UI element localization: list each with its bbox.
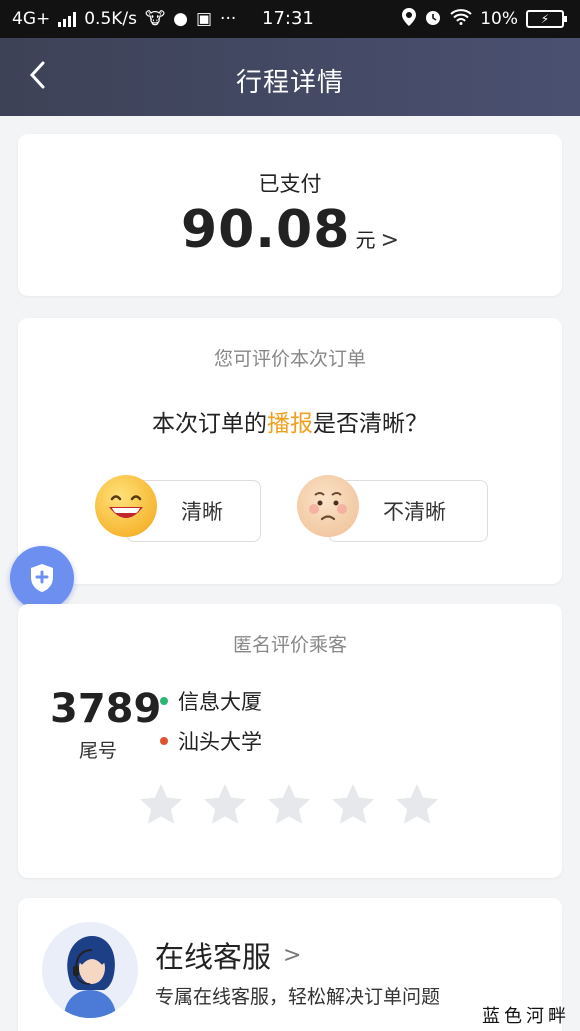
watermark: 蓝色河畔 xyxy=(482,1006,570,1027)
end-location: 汕头大学 xyxy=(160,726,262,756)
question-prefix: 本次订单的 xyxy=(152,411,267,437)
status-right: 10% ⚡ xyxy=(402,7,567,31)
network-speed: 0.5K/s xyxy=(84,9,138,29)
star-icon[interactable] xyxy=(394,782,440,828)
signal-icon xyxy=(58,11,77,27)
chat-bubble-icon: ● xyxy=(173,9,188,29)
agent-avatar xyxy=(42,922,138,1018)
end-location-text: 汕头大学 xyxy=(178,730,262,754)
rating-card: 您可评价本次订单 本次订单的播报是否清晰？ 清晰 不清晰 xyxy=(18,318,562,584)
chevron-right-icon: > xyxy=(283,942,302,968)
payment-amount-row[interactable]: 90.08 元 > xyxy=(18,200,562,260)
clear-label: 清晰 xyxy=(181,500,223,524)
payment-card[interactable]: 已支付 90.08 元 > xyxy=(18,134,562,296)
anonymous-rating-card: 匿名评价乘客 3789 尾号 信息大厦 汕头大学 xyxy=(18,604,562,878)
star-icon[interactable] xyxy=(266,782,312,828)
customer-service-title[interactable]: 在线客服 > xyxy=(155,934,301,976)
network-label: 4G+ xyxy=(12,9,51,29)
customer-service-card[interactable]: 在线客服 > 专属在线客服，轻松解决订单问题 xyxy=(18,898,562,1031)
tail-number: 3789 xyxy=(50,686,162,732)
more-icon: ··· xyxy=(220,9,237,29)
start-location: 信息大厦 xyxy=(160,686,262,716)
shield-icon xyxy=(31,564,53,592)
star-icon[interactable] xyxy=(138,782,184,828)
start-location-text: 信息大厦 xyxy=(178,690,262,714)
rating-subtitle: 您可评价本次订单 xyxy=(213,348,366,370)
battery-percent: 10% xyxy=(480,9,518,29)
unclear-button[interactable]: 不清晰 xyxy=(297,475,488,542)
start-dot-icon xyxy=(160,697,168,705)
sad-face-icon xyxy=(297,475,359,537)
alarm-icon xyxy=(424,8,442,31)
page-title: 行程详情 xyxy=(235,68,344,98)
safety-shield-button[interactable] xyxy=(10,546,74,610)
question-highlight: 播报 xyxy=(267,411,313,437)
anonymous-title: 匿名评价乘客 xyxy=(232,634,347,656)
customer-service-description: 专属在线客服，轻松解决订单问题 xyxy=(155,986,441,1008)
payment-status: 已支付 xyxy=(258,172,322,196)
payment-amount: 90.08 xyxy=(180,200,351,260)
customer-service-label: 在线客服 xyxy=(155,940,272,974)
payment-unit: 元 xyxy=(355,228,376,252)
location-icon xyxy=(402,7,417,31)
question-suffix: 是否清晰？ xyxy=(313,411,428,437)
status-left: 4G+ 0.5K/s 🐮 ● ▣ ··· xyxy=(12,9,236,29)
status-bar: 4G+ 0.5K/s 🐮 ● ▣ ··· 17:31 10% ⚡ xyxy=(0,0,580,38)
battery-icon: ⚡ xyxy=(526,10,567,28)
bull-icon: 🐮 xyxy=(145,9,166,29)
rating-question: 本次订单的播报是否清晰？ xyxy=(18,404,562,438)
star-rating[interactable] xyxy=(138,782,440,828)
clear-button[interactable]: 清晰 xyxy=(95,475,261,542)
nav-bar: 行程详情 xyxy=(0,38,580,116)
tail-label: 尾号 xyxy=(78,740,117,762)
status-time: 17:31 xyxy=(262,8,314,29)
wifi-icon xyxy=(450,8,472,30)
star-icon[interactable] xyxy=(330,782,376,828)
laughing-face-icon xyxy=(95,475,157,537)
app-icon: ▣ xyxy=(195,9,213,29)
headset-agent-icon xyxy=(64,936,116,1018)
star-icon[interactable] xyxy=(202,782,248,828)
chevron-right-icon: > xyxy=(380,228,400,253)
unclear-label: 不清晰 xyxy=(383,500,446,524)
end-dot-icon xyxy=(160,737,168,745)
